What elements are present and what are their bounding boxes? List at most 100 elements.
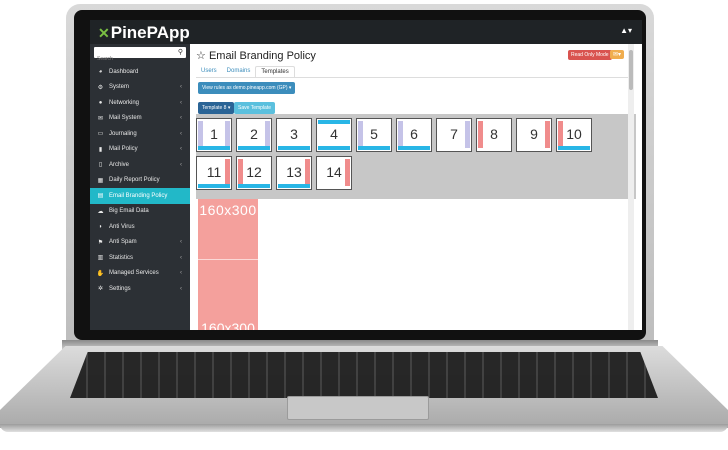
template-number: 12 (246, 164, 262, 180)
tab-divider (196, 77, 632, 78)
sidebar-item-label: System (109, 84, 130, 91)
sidebar: ⚲ ◕ Dashboard ⚙ System ‹ ● Networking ‹ ✉ Mail Sy… (90, 44, 190, 330)
template-number: 13 (286, 164, 302, 180)
sidebar-item-label: Mail System (109, 115, 142, 122)
archive-file-icon: ▯ (98, 162, 103, 169)
chevron-left-icon: ‹ (180, 239, 182, 246)
app-name: PinePApp (110, 23, 190, 42)
laptop-trackpad (287, 396, 429, 420)
bottom-band (198, 146, 230, 150)
sidebar-item-big-email-data[interactable]: ☁ Big Email Data (90, 204, 190, 220)
bottom-band (198, 184, 230, 188)
app-logo[interactable]: ✕PinePApp (98, 23, 190, 43)
globe-icon: ● (98, 99, 103, 106)
sidebar-item-label: Archive (109, 161, 130, 168)
template-thumbnail[interactable]: 3 (276, 118, 312, 152)
template-thumbnail[interactable]: 7 (436, 118, 472, 152)
template-thumbnail[interactable]: 4 (316, 118, 352, 152)
template-number: 5 (370, 126, 378, 142)
template-number: 14 (326, 164, 342, 180)
cloud-upload-icon: ☁ (97, 208, 104, 215)
sidebar-item-label: Mail Policy (109, 146, 138, 153)
banner-preview: 160x300 160x300 (198, 199, 258, 330)
template-thumbnail[interactable]: 8 (476, 118, 512, 152)
laptop-keyboard (70, 352, 658, 398)
scrollbar-thumb[interactable] (629, 50, 633, 90)
top-band (318, 120, 350, 124)
sidebar-item-system[interactable]: ⚙ System ‹ (90, 80, 190, 96)
sidebar-item-label: Anti Spam (109, 239, 137, 246)
bottom-band (398, 146, 430, 150)
template-number: 3 (290, 126, 298, 142)
banner-size-label: 160x300 (199, 202, 257, 218)
sidebar-item-label: Dashboard (109, 68, 139, 75)
bar-chart-icon: ▥ (97, 255, 104, 262)
save-template-button[interactable]: Save Template (234, 102, 275, 114)
chevron-left-icon: ‹ (180, 99, 182, 106)
sidebar-item-anti-virus[interactable]: ◗ Anti Virus (90, 219, 190, 235)
template-dropdown[interactable]: Template 8 ▾ (198, 102, 235, 114)
bottom-band (278, 184, 310, 188)
template-number: 7 (450, 126, 458, 142)
bottom-band (238, 184, 270, 188)
sidebar-item-networking[interactable]: ● Networking ‹ (90, 95, 190, 111)
read-only-badge: Read Only Mode (568, 50, 612, 60)
template-number: 1 (210, 126, 218, 142)
chevron-left-icon: ‹ (180, 270, 182, 277)
template-thumbnail[interactable]: 9 (516, 118, 552, 152)
sidebar-item-dashboard[interactable]: ◕ Dashboard (90, 64, 190, 80)
user-menu-icon[interactable]: ▲▾ (620, 26, 632, 35)
bottom-band (278, 146, 310, 150)
search-input[interactable] (94, 53, 178, 65)
template-thumbnail[interactable]: 1 (196, 118, 232, 152)
template-number: 10 (566, 126, 582, 142)
chevron-left-icon: ‹ (180, 115, 182, 122)
chevron-left-icon: ‹ (180, 161, 182, 168)
mail-notification-icon[interactable]: ✉▾ (610, 50, 625, 59)
sidebar-item-label: Journaling (109, 130, 137, 137)
template-thumbnail[interactable]: 10 (556, 118, 592, 152)
template-thumbnail[interactable]: 6 (396, 118, 432, 152)
top-navbar: ✕PinePApp ▲▾ (90, 20, 642, 44)
template-number: 9 (530, 126, 538, 142)
page-title-text: Email Branding Policy (208, 50, 316, 62)
list-icon: ▤ (97, 193, 104, 200)
chevron-left-icon: ‹ (180, 285, 182, 292)
view-rules-dropdown[interactable]: View rules as demo.pineapp.com (GP) ▾ (198, 82, 296, 94)
gear-icon: ✲ (97, 286, 104, 293)
sidebar-item-settings[interactable]: ✲ Settings ‹ (90, 281, 190, 297)
sidebar-item-mail-system[interactable]: ✉ Mail System ‹ (90, 111, 190, 127)
sidebar-item-mail-policy[interactable]: ▮ Mail Policy ‹ (90, 142, 190, 158)
sidebar-item-label: Daily Report Policy (109, 177, 160, 184)
template-number: 11 (206, 164, 222, 180)
banner-divider (198, 259, 258, 260)
sidebar-item-statistics[interactable]: ▥ Statistics ‹ (90, 250, 190, 266)
star-outline-icon[interactable]: ☆ (196, 50, 206, 62)
chevron-left-icon: ‹ (180, 254, 182, 261)
flag-icon: ⚑ (97, 239, 104, 246)
sidebar-item-journaling[interactable]: ▭ Journaling ‹ (90, 126, 190, 142)
envelope-icon: ✉ (97, 115, 104, 122)
sidebar-item-label: Email Branding Policy (109, 192, 168, 199)
sidebar-item-managed-services[interactable]: ✋ Managed Services ‹ (90, 266, 190, 282)
chevron-left-icon: ‹ (180, 146, 182, 153)
template-thumbnail[interactable]: 14 (316, 156, 352, 190)
search-icon[interactable]: ⚲ (178, 48, 183, 56)
template-number: 4 (330, 126, 338, 142)
template-thumbnail[interactable]: 12 (236, 156, 272, 190)
sidebar-search: ⚲ (94, 47, 186, 65)
sidebar-item-archive[interactable]: ▯ Archive ‹ (90, 157, 190, 173)
page-scrollbar[interactable] (628, 44, 634, 330)
sidebar-item-email-branding-policy[interactable]: ▤ Email Branding Policy (90, 188, 190, 204)
sidebar-item-label: Statistics (109, 254, 134, 261)
sidebar-item-anti-spam[interactable]: ⚑ Anti Spam ‹ (90, 235, 190, 251)
laptop-front-edge (0, 424, 728, 432)
sidebar-item-daily-report-policy[interactable]: ▦ Daily Report Policy (90, 173, 190, 189)
template-thumbnail[interactable]: 5 (356, 118, 392, 152)
handshake-icon: ✋ (96, 270, 105, 277)
template-thumbnail[interactable]: 11 (196, 156, 232, 190)
template-thumbnail[interactable]: 2 (236, 118, 272, 152)
app-screen: ✕PinePApp ▲▾ ⚲ ◕ Dashboard ⚙ System ‹ ● Networ… (90, 20, 642, 330)
sidebar-item-label: Networking (109, 99, 140, 106)
template-thumbnail[interactable]: 13 (276, 156, 312, 190)
